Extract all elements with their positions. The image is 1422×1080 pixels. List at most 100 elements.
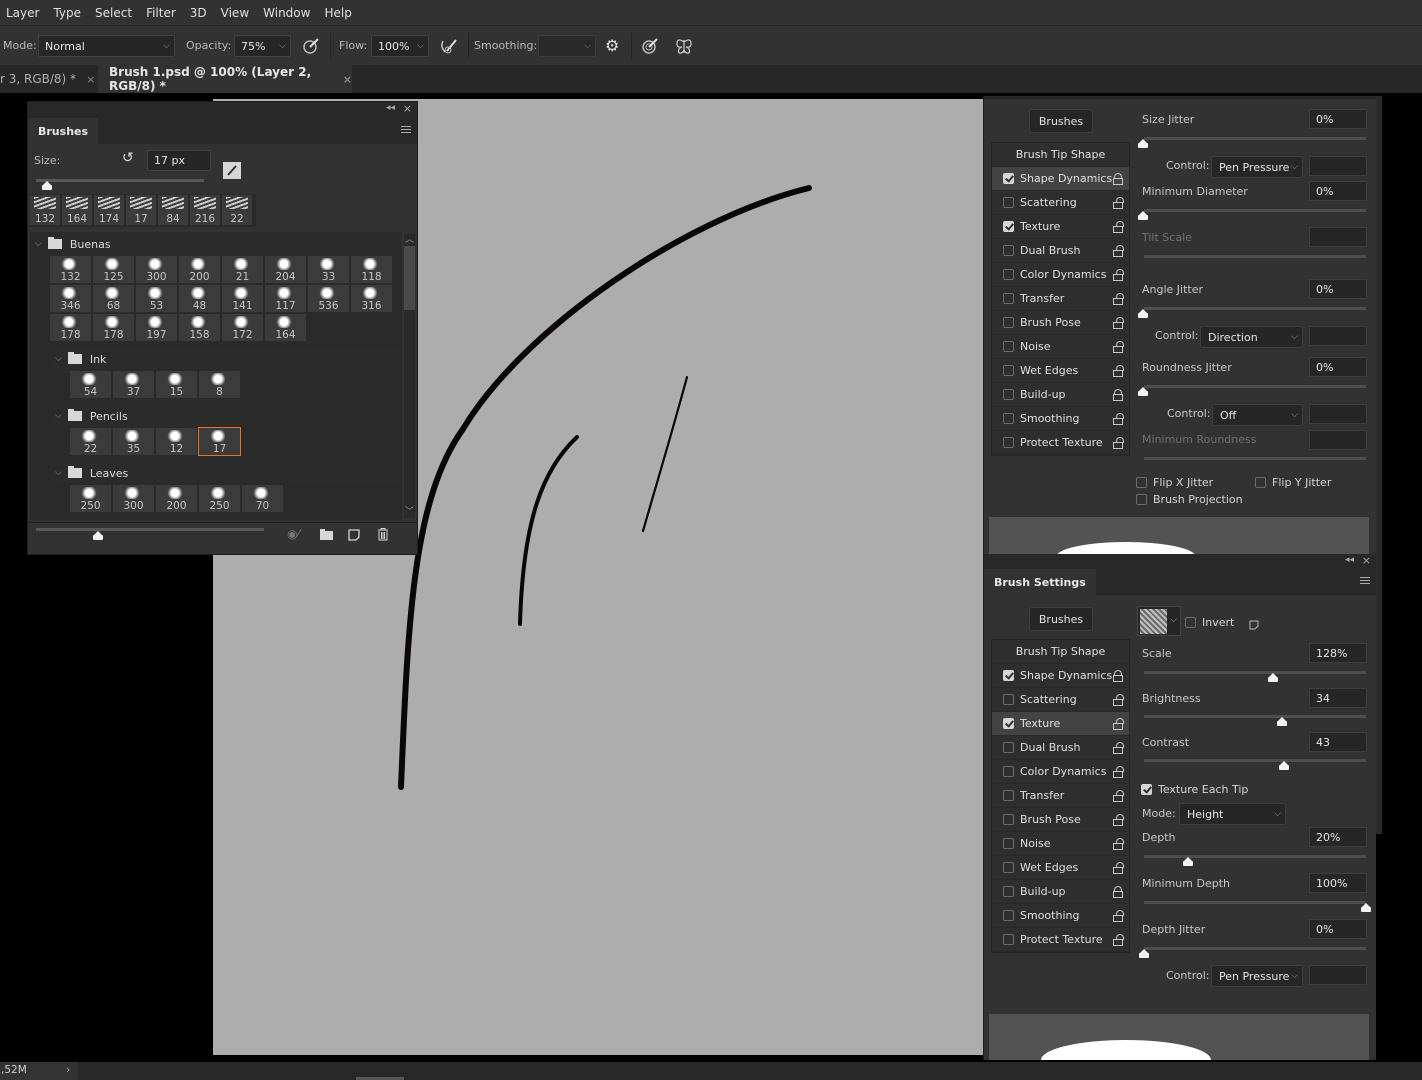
- delete-brush-trash-icon[interactable]: [377, 528, 389, 541]
- option-color-dynamics[interactable]: Color Dynamics: [992, 760, 1129, 784]
- recent-brush-preset[interactable]: 132: [30, 195, 60, 225]
- checkbox[interactable]: [1003, 886, 1014, 897]
- flow-label[interactable]: Flow:: [339, 39, 367, 52]
- option-wet-edges[interactable]: Wet Edges: [992, 856, 1129, 880]
- roundness-control-select[interactable]: Off ⌵: [1212, 404, 1303, 426]
- size-control-select[interactable]: Pen Pressure ⌵: [1211, 156, 1303, 178]
- option-build-up[interactable]: Build-up: [992, 383, 1129, 407]
- tilt-scale-slider[interactable]: [1144, 255, 1366, 258]
- size-jitter-knob[interactable]: [1138, 139, 1148, 148]
- close-panel-icon[interactable]: ×: [403, 102, 412, 115]
- checkbox[interactable]: [1003, 389, 1014, 400]
- chevron-down-icon[interactable]: ⌵: [55, 354, 62, 364]
- option-noise[interactable]: Noise: [992, 335, 1129, 359]
- roundness-jitter-knob[interactable]: [1138, 387, 1148, 396]
- contrast-slider[interactable]: [1144, 759, 1366, 762]
- brush-preset[interactable]: 178: [50, 314, 91, 341]
- brush-group-buenas[interactable]: ⌵ Buenas: [30, 234, 402, 254]
- option-build-up[interactable]: Build-up: [992, 880, 1129, 904]
- option-noise[interactable]: Noise: [992, 832, 1129, 856]
- lock-icon[interactable]: [1113, 886, 1123, 898]
- depth-control-extra-input[interactable]: [1309, 965, 1367, 985]
- minimum-depth-input[interactable]: 100%: [1309, 873, 1367, 893]
- status-menu-arrow-icon[interactable]: ›: [66, 1063, 70, 1076]
- option-brush-pose[interactable]: Brush Pose: [992, 808, 1129, 832]
- checkbox[interactable]: [1003, 293, 1014, 304]
- menu-window[interactable]: Window: [256, 6, 317, 20]
- minimum-roundness-input[interactable]: [1309, 430, 1367, 450]
- unlock-icon[interactable]: [1113, 341, 1124, 353]
- unlock-icon[interactable]: [1113, 221, 1124, 233]
- pressure-opacity-icon[interactable]: [302, 37, 320, 55]
- unlock-icon[interactable]: [1113, 413, 1124, 425]
- option-wet-edges[interactable]: Wet Edges: [992, 359, 1129, 383]
- tab-brush-1-document[interactable]: Brush 1.psd @ 100% (Layer 2, RGB/8) * ×: [98, 65, 352, 93]
- opacity-label[interactable]: Opacity:: [186, 39, 231, 52]
- recent-brush-preset[interactable]: 216: [190, 195, 220, 225]
- checkbox[interactable]: [1255, 477, 1266, 488]
- option-smoothing[interactable]: Smoothing: [992, 904, 1129, 928]
- brightness-slider[interactable]: [1144, 715, 1366, 718]
- brush-group-pencils[interactable]: ⌵ Pencils: [50, 406, 402, 426]
- unlock-icon[interactable]: [1113, 814, 1124, 826]
- new-brush-preset-icon[interactable]: [223, 162, 241, 179]
- checkbox[interactable]: [1136, 494, 1147, 505]
- minimum-depth-slider[interactable]: [1144, 901, 1366, 904]
- chevron-down-icon[interactable]: ⌵: [35, 239, 42, 249]
- menu-filter[interactable]: Filter: [139, 6, 183, 20]
- checkbox[interactable]: [1003, 766, 1014, 777]
- brush-preset[interactable]: 22: [70, 428, 111, 455]
- option-brush-tip-shape[interactable]: Brush Tip Shape: [992, 143, 1129, 167]
- brush-group-ink[interactable]: ⌵ Ink: [50, 349, 402, 369]
- reset-size-icon[interactable]: ↺: [122, 150, 134, 166]
- checkbox[interactable]: [1136, 477, 1147, 488]
- brush-preset[interactable]: 300: [113, 485, 154, 512]
- option-smoothing[interactable]: Smoothing: [992, 407, 1129, 431]
- brush-preset[interactable]: 68: [93, 285, 134, 312]
- brush-size-input[interactable]: 17 px: [147, 150, 211, 171]
- flip-x-jitter-checkbox[interactable]: Flip X Jitter: [1136, 476, 1213, 489]
- depth-jitter-knob[interactable]: [1139, 949, 1149, 958]
- brush-preset[interactable]: 8: [199, 371, 240, 398]
- checkbox[interactable]: [1003, 934, 1014, 945]
- brush-preset[interactable]: 164: [265, 314, 306, 341]
- option-scattering[interactable]: Scattering: [992, 191, 1129, 215]
- pressure-size-icon[interactable]: [641, 37, 659, 55]
- texture-pattern-picker[interactable]: ⌵: [1137, 606, 1181, 636]
- menu-help[interactable]: Help: [317, 6, 358, 20]
- brush-preset[interactable]: 300: [136, 256, 177, 283]
- texture-each-tip-checkbox[interactable]: Texture Each Tip: [1141, 783, 1248, 796]
- option-shape-dynamics[interactable]: Shape Dynamics: [992, 167, 1129, 191]
- roundness-jitter-input[interactable]: 0%: [1309, 357, 1367, 377]
- brush-preset[interactable]: 132: [50, 256, 91, 283]
- blend-mode-select[interactable]: Normal ⌵: [38, 35, 175, 57]
- scrollbar-thumb[interactable]: [404, 246, 415, 310]
- toggle-brush-preview-icon[interactable]: ◉⁄: [287, 527, 299, 541]
- recent-brush-preset[interactable]: 22: [222, 195, 252, 225]
- checkbox-checked[interactable]: [1003, 221, 1014, 232]
- brush-preset[interactable]: 117: [265, 285, 306, 312]
- option-protect-texture[interactable]: Protect Texture: [992, 928, 1129, 952]
- recent-brush-preset[interactable]: 164: [62, 195, 92, 225]
- option-texture[interactable]: Texture: [992, 215, 1129, 239]
- brush-preset[interactable]: 178: [93, 314, 134, 341]
- scale-slider[interactable]: [1144, 671, 1366, 674]
- depth-jitter-input[interactable]: 0%: [1309, 919, 1367, 939]
- checkbox-checked[interactable]: [1003, 718, 1014, 729]
- brush-preset[interactable]: 33: [308, 256, 349, 283]
- brush-preset[interactable]: 197: [136, 314, 177, 341]
- collapse-panel-icon[interactable]: ◂◂: [386, 103, 395, 113]
- brush-preset[interactable]: 35: [113, 428, 154, 455]
- depth-control-select[interactable]: Pen Pressure ⌵: [1211, 965, 1303, 987]
- unlock-icon[interactable]: [1113, 766, 1124, 778]
- symmetry-butterfly-icon[interactable]: [674, 37, 694, 55]
- opacity-input[interactable]: 75% ⌵: [234, 35, 291, 57]
- flow-input[interactable]: 100% ⌵: [371, 35, 429, 57]
- brush-projection-checkbox[interactable]: Brush Projection: [1136, 493, 1243, 506]
- scale-knob[interactable]: [1267, 673, 1278, 682]
- brush-preset[interactable]: 200: [179, 256, 220, 283]
- brush-preset[interactable]: 37: [113, 371, 154, 398]
- checkbox-checked[interactable]: [1003, 173, 1014, 184]
- chevron-down-icon[interactable]: ⌵: [1170, 615, 1177, 625]
- brightness-knob[interactable]: [1276, 717, 1287, 726]
